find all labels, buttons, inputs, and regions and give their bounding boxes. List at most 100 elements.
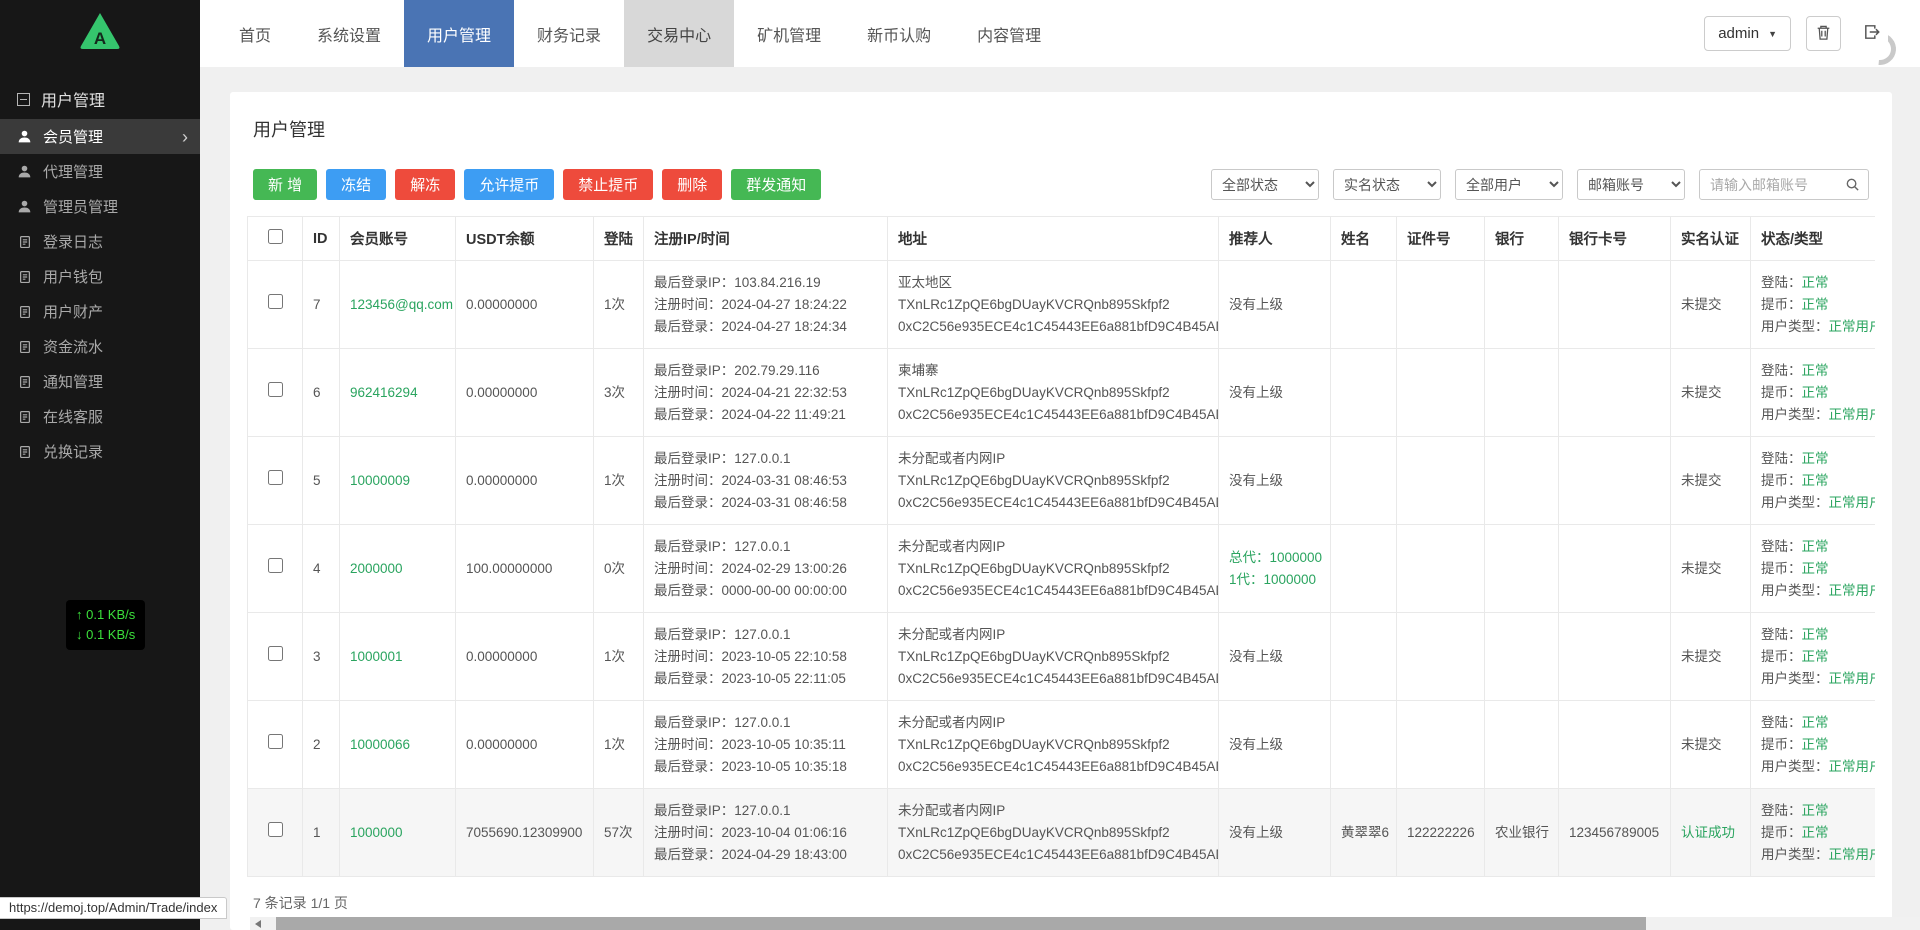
nav-item-trade-center[interactable]: 交易中心 (624, 0, 734, 67)
search-input[interactable] (1699, 169, 1869, 200)
topbar-actions: admin ▼ (1704, 0, 1920, 67)
address-line: 0xC2C56e935ECE4c1C45443EE6a881bfD9C4B45A… (898, 316, 1208, 338)
trash-icon (1815, 24, 1832, 44)
sidebar-item-login-logs[interactable]: 登录日志 (0, 224, 200, 259)
address-line: 0xC2C56e935ECE4c1C45443EE6a881bfD9C4B45A… (898, 404, 1208, 426)
usdt-balance: 0.00000000 (456, 613, 594, 701)
allow-withdraw-button[interactable]: 允许提币 (464, 169, 554, 200)
admin-dropdown[interactable]: admin ▼ (1704, 16, 1791, 51)
row-id: 4 (303, 525, 340, 613)
ip-line: 最后登录：2024-04-22 11:49:21 (654, 404, 877, 426)
sidebar-item-fund-flow[interactable]: 资金流水 (0, 329, 200, 364)
member-account-link[interactable]: 10000009 (350, 473, 410, 488)
nav-item-new-coin-subscription[interactable]: 新币认购 (844, 0, 954, 67)
referrer-text: 没有上级 (1229, 734, 1320, 756)
sidebar-item-label: 通知管理 (43, 371, 103, 392)
row-checkbox[interactable] (268, 734, 283, 749)
status-type-cell: 登陆：正常提币：正常用户类型：正常用户 (1751, 701, 1876, 789)
sidebar-item-exchange-records[interactable]: 兑换记录 (0, 434, 200, 469)
row-checkbox[interactable] (268, 470, 283, 485)
ip-line: 最后登录IP：127.0.0.1 (654, 624, 877, 646)
nav-item-user-management[interactable]: 用户管理 (404, 0, 514, 67)
status-type-cell: 登陆：正常提币：正常用户类型：正常用户 (1751, 789, 1876, 877)
member-account-link[interactable]: 10000066 (350, 737, 410, 752)
delete-button[interactable]: 删除 (662, 169, 722, 200)
select-all-checkbox[interactable] (268, 229, 283, 244)
clear-cache-button[interactable] (1806, 16, 1841, 51)
search-icon[interactable] (1845, 177, 1860, 192)
sidebar-item-user-wallet[interactable]: 用户钱包 (0, 259, 200, 294)
referrer-cell: 没有上级 (1219, 789, 1331, 877)
referrer-text: 没有上级 (1229, 646, 1320, 668)
kyc-status: 未提交 (1671, 261, 1751, 349)
nav-item-mining-management[interactable]: 矿机管理 (734, 0, 844, 67)
kyc-status-filter-select[interactable]: 实名状态 (1333, 169, 1441, 200)
sidebar-item-agent-management[interactable]: 代理管理 (0, 154, 200, 189)
register-ip-time-cell: 最后登录IP：127.0.0.1注册时间：2023-10-05 22:10:58… (644, 613, 888, 701)
status-filter-select[interactable]: 全部状态 (1211, 169, 1319, 200)
address-line: 0xC2C56e935ECE4c1C45443EE6a881bfD9C4B45A… (898, 756, 1208, 778)
nav-item-system-settings[interactable]: 系统设置 (294, 0, 404, 67)
real-name (1331, 349, 1397, 437)
member-account-link[interactable]: 1000001 (350, 649, 403, 664)
bank-card-number: 123456789005 (1559, 789, 1671, 877)
referrer-text: 没有上级 (1229, 382, 1320, 404)
row-checkbox[interactable] (268, 646, 283, 661)
bank-card-number (1559, 349, 1671, 437)
referrer-link[interactable]: 总代：1000000 (1229, 547, 1320, 569)
address-line: 未分配或者内网IP (898, 712, 1208, 734)
ip-line: 注册时间：2023-10-05 10:35:11 (654, 734, 877, 756)
document-icon (17, 410, 32, 424)
member-account-link[interactable]: 123456@qq.com (350, 297, 453, 312)
referrer-cell: 没有上级 (1219, 613, 1331, 701)
nav-item-finance-records[interactable]: 财务记录 (514, 0, 624, 67)
sidebar-item-notification-management[interactable]: 通知管理 (0, 364, 200, 399)
member-account-link[interactable]: 2000000 (350, 561, 403, 576)
status-line: 登陆：正常 (1761, 272, 1875, 294)
freeze-button[interactable]: 冻结 (326, 169, 386, 200)
address-line: TXnLRc1ZpQE6bgDUayKVCRQnb895Skfpf2 (898, 822, 1208, 844)
forbid-withdraw-button[interactable]: 禁止提币 (563, 169, 653, 200)
broadcast-notice-button[interactable]: 群发通知 (731, 169, 821, 200)
login-count: 3次 (594, 349, 644, 437)
unfreeze-button[interactable]: 解冻 (395, 169, 455, 200)
register-ip-time-cell: 最后登录IP：202.79.29.116注册时间：2024-04-21 22:3… (644, 349, 888, 437)
add-button[interactable]: 新 增 (253, 169, 317, 200)
row-checkbox[interactable] (268, 822, 283, 837)
filter-selects: 全部状态实名状态全部用户邮箱账号 (1211, 169, 1685, 200)
register-ip-time-cell: 最后登录IP：127.0.0.1注册时间：2024-02-29 13:00:26… (644, 525, 888, 613)
bank-name (1485, 613, 1559, 701)
nav-item-content-management[interactable]: 内容管理 (954, 0, 1064, 67)
column-header: 证件号 (1397, 217, 1485, 261)
action-buttons: 新 增冻结解冻允许提币禁止提币删除群发通知 (253, 169, 821, 200)
user-type-filter-select[interactable]: 全部用户 (1455, 169, 1563, 200)
sidebar-item-member-management[interactable]: 会员管理› (0, 119, 200, 154)
member-account-link[interactable]: 1000000 (350, 825, 403, 840)
id-number (1397, 525, 1485, 613)
horizontal-scrollbar[interactable] (250, 917, 1920, 930)
row-checkbox[interactable] (268, 294, 283, 309)
nav-item-home[interactable]: 首页 (216, 0, 294, 67)
sidebar-item-user-assets[interactable]: 用户财产 (0, 294, 200, 329)
row-checkbox[interactable] (268, 382, 283, 397)
bank-name (1485, 701, 1559, 789)
app-root: A 用户管理 会员管理›代理管理管理员管理登录日志用户钱包用户财产资金流水通知管… (0, 0, 1920, 930)
sidebar-item-online-service[interactable]: 在线客服 (0, 399, 200, 434)
address-cell: 未分配或者内网IPTXnLRc1ZpQE6bgDUayKVCRQnb895Skf… (888, 525, 1219, 613)
ip-line: 最后登录：2024-04-29 18:43:00 (654, 844, 877, 866)
sidebar-item-admin-management[interactable]: 管理员管理 (0, 189, 200, 224)
account-type-filter-select[interactable]: 邮箱账号 (1577, 169, 1685, 200)
scrollbar-thumb[interactable] (276, 917, 1646, 930)
sidebar-section-header[interactable]: 用户管理 (0, 79, 200, 119)
column-header: 注册IP/时间 (644, 217, 888, 261)
member-account-link[interactable]: 962416294 (350, 385, 418, 400)
table-row: 69624162940.000000003次最后登录IP：202.79.29.1… (248, 349, 1876, 437)
referrer-link[interactable]: 1代：1000000 (1229, 569, 1320, 591)
logout-button[interactable] (1856, 19, 1888, 49)
column-header: 登陆 (594, 217, 644, 261)
row-id: 5 (303, 437, 340, 525)
row-checkbox[interactable] (268, 558, 283, 573)
scroll-left-arrow[interactable] (250, 917, 266, 930)
logo-wrap[interactable]: A (0, 0, 200, 67)
status-line: 登陆：正常 (1761, 360, 1875, 382)
